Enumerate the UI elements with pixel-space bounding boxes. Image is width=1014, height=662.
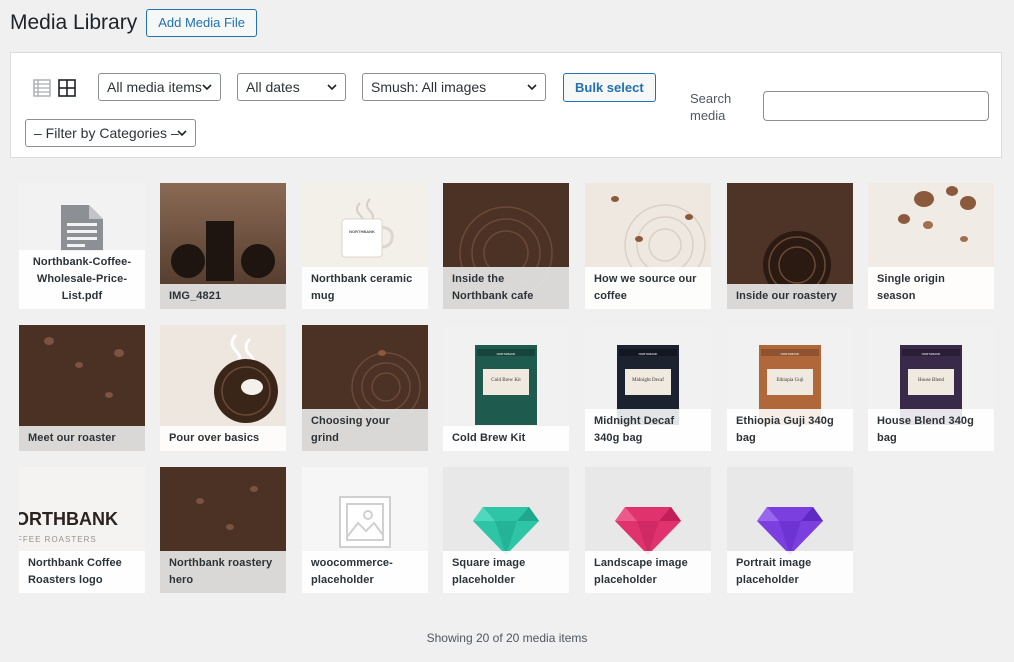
chevron-down-icon: [177, 130, 187, 137]
media-item[interactable]: Northbank roastery hero: [160, 467, 286, 593]
bag-label-text: Midnight Decaf: [632, 378, 664, 383]
media-item[interactable]: woocommerce-placeholder: [302, 467, 428, 593]
media-item[interactable]: Portrait image placeholder: [727, 467, 853, 593]
page-header: Media Library Add Media File: [10, 8, 257, 38]
chevron-down-icon: [327, 84, 337, 91]
media-item[interactable]: How we source our coffee: [585, 183, 711, 309]
media-item[interactable]: NORTHBANK Midnight Decaf Midnight Decaf …: [585, 325, 711, 451]
mug-brand-text: NORTHBANK: [349, 229, 375, 234]
media-item-title: Northbank-Coffee-Wholesale-Price-List.pd…: [19, 250, 145, 309]
bag-label-text: Ethiopia Guji: [776, 378, 804, 383]
bag-brand-text: NORTHBANK: [639, 352, 658, 356]
media-item-title: Pour over basics: [160, 426, 286, 451]
media-count-status: Showing 20 of 20 media items: [426, 631, 588, 645]
smush-filter-select[interactable]: Smush: All images: [362, 73, 546, 101]
media-type-value: All media items: [107, 79, 202, 95]
bag-label-text: House Blend: [918, 378, 944, 383]
date-filter-value: All dates: [246, 79, 300, 95]
bag-label-text: Cold Brew Kit: [491, 378, 521, 383]
smush-filter-value: Smush: All images: [371, 79, 487, 95]
media-item[interactable]: NORTHBANK Cold Brew Kit Cold Brew Kit: [443, 325, 569, 451]
media-item[interactable]: ORTHBANK FFEE ROASTERS Northbank Coffee …: [19, 467, 145, 593]
media-item-title: Ethiopia Guji 340g bag: [727, 409, 853, 451]
category-filter-select[interactable]: – Filter by Categories –: [25, 119, 196, 147]
media-toolbar: All media items All dates Smush: All ima…: [10, 52, 1002, 158]
media-item-title: Northbank ceramic mug: [302, 267, 428, 309]
media-item-title: IMG_4821: [160, 284, 286, 309]
media-item[interactable]: Square image placeholder: [443, 467, 569, 593]
bag-brand-text: NORTHBANK: [497, 352, 516, 356]
search-input[interactable]: [763, 91, 989, 121]
media-item[interactable]: Landscape image placeholder: [585, 467, 711, 593]
media-item[interactable]: NORTHBANK Ethiopia Guji Ethiopia Guji 34…: [727, 325, 853, 451]
media-item[interactable]: Northbank-Coffee-Wholesale-Price-List.pd…: [19, 183, 145, 309]
media-item-title: Northbank Coffee Roasters logo: [19, 551, 145, 593]
media-item-title: Midnight Decaf 340g bag: [585, 409, 711, 451]
bag-brand-text: NORTHBANK: [781, 352, 800, 356]
media-item-title: Square image placeholder: [443, 551, 569, 593]
media-item-title: Choosing your grind: [302, 409, 428, 451]
add-media-file-button[interactable]: Add Media File: [146, 9, 257, 37]
media-item-title: Inside our roastery: [727, 284, 853, 309]
media-item-title: Cold Brew Kit: [443, 426, 569, 451]
list-view-icon[interactable]: [33, 79, 51, 97]
media-item-title: Inside the Northbank cafe: [443, 267, 569, 309]
media-item-title: Meet our roaster: [19, 426, 145, 451]
media-item-title: Single origin season: [868, 267, 994, 309]
media-item[interactable]: Inside our roastery: [727, 183, 853, 309]
media-item-title: Portrait image placeholder: [727, 551, 853, 593]
search-label: Search media: [690, 91, 732, 123]
logo-main-text: ORTHBANK: [19, 509, 118, 529]
bag-brand-text: NORTHBANK: [922, 352, 941, 356]
media-item-title: How we source our coffee: [585, 267, 711, 309]
media-item[interactable]: Pour over basics: [160, 325, 286, 451]
media-item[interactable]: Single origin season: [868, 183, 994, 309]
media-item-title: Landscape image placeholder: [585, 551, 711, 593]
date-filter-select[interactable]: All dates: [237, 73, 346, 101]
page-title: Media Library: [10, 11, 138, 34]
chevron-down-icon: [527, 84, 537, 91]
media-item[interactable]: IMG_4821: [160, 183, 286, 309]
media-item[interactable]: Choosing your grind: [302, 325, 428, 451]
media-item[interactable]: NORTHBANK Northbank ceramic mug: [302, 183, 428, 309]
media-item-title: Northbank roastery hero: [160, 551, 286, 593]
media-item-title: House Blend 340g bag: [868, 409, 994, 451]
chevron-down-icon: [202, 84, 212, 91]
category-filter-value: – Filter by Categories –: [34, 125, 179, 141]
logo-sub-text: FFEE ROASTERS: [19, 535, 97, 544]
media-type-select[interactable]: All media items: [98, 73, 221, 101]
media-item-title: woocommerce-placeholder: [302, 551, 428, 593]
bulk-select-button[interactable]: Bulk select: [563, 73, 656, 102]
media-item[interactable]: Meet our roaster: [19, 325, 145, 451]
media-item[interactable]: NORTHBANK House Blend House Blend 340g b…: [868, 325, 994, 451]
grid-view-icon[interactable]: [58, 79, 76, 97]
media-item[interactable]: Inside the Northbank cafe: [443, 183, 569, 309]
